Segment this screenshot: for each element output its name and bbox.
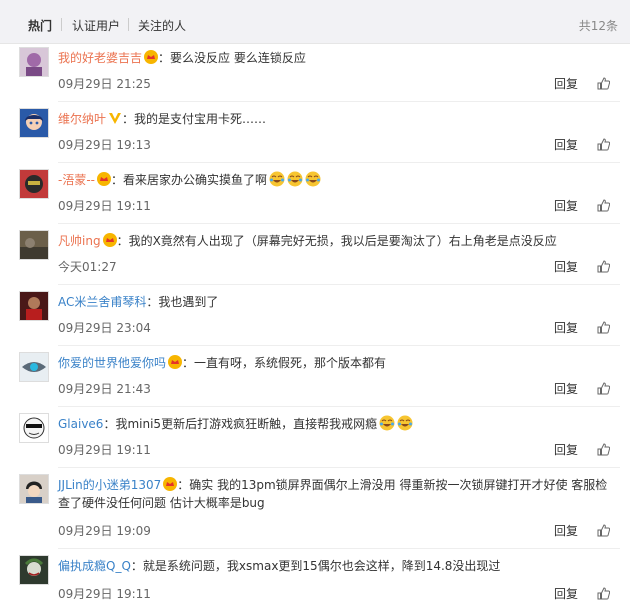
comment-text: 要么没反应 要么连锁反应: [170, 51, 306, 65]
list-item: JJLin的小迷弟1307 ：确实 我的13pm锁屏界面偶尔上滑没用 得重新按一次…: [0, 471, 630, 550]
crown-icon: [168, 355, 183, 369]
comment-text: 我的是支付宝用卡死……: [134, 112, 267, 126]
thumbs-up-icon[interactable]: [597, 199, 610, 212]
reply-button[interactable]: 回复: [554, 75, 578, 92]
comment-time: 今天01:27: [58, 260, 117, 274]
reply-button[interactable]: 回复: [554, 136, 578, 153]
avatar[interactable]: [19, 169, 49, 199]
comment-time: 09月29日 19:09: [58, 524, 151, 538]
comment-time: 09月29日 19:13: [58, 138, 151, 152]
divider: [58, 101, 620, 102]
comment-time: 09月29日 19:11: [58, 199, 151, 213]
avatar[interactable]: [19, 47, 49, 77]
comment-text: 一直有呀，系统假死，那个版本都有: [194, 356, 387, 370]
thumbs-up-icon[interactable]: [597, 77, 610, 90]
username-link[interactable]: Glaive6: [58, 417, 103, 431]
reply-button[interactable]: 回复: [554, 319, 578, 336]
username-link[interactable]: 偏执成瘾Q_Q: [58, 559, 131, 573]
comment-text: 就是系统问题，我xsmax更到15偶尔也会这样，降到14.8没出现过: [142, 559, 501, 573]
laugh-cry-emoji-icon: [397, 415, 413, 431]
list-item: -浯蒙-- ：看来居家办公确实摸鱼了啊 09月29日 19:11 回复: [0, 166, 630, 227]
divider: [58, 345, 620, 346]
reply-button[interactable]: 回复: [554, 522, 578, 539]
avatar[interactable]: [19, 413, 49, 443]
thumbs-up-icon[interactable]: [597, 587, 610, 600]
avatar[interactable]: [19, 352, 49, 382]
divider: [58, 223, 620, 224]
username-link[interactable]: 凡帅ing: [58, 234, 101, 248]
divider: [58, 548, 620, 549]
comment-time: 09月29日 23:04: [58, 321, 151, 335]
thumbs-up-icon[interactable]: [597, 443, 610, 456]
list-item: 你爱的世界他爱你吗 ：一直有呀，系统假死，那个版本都有 09月29日 21:43 …: [0, 349, 630, 410]
thumbs-up-icon[interactable]: [597, 260, 610, 273]
crown-icon: [163, 477, 178, 491]
comment-time: 09月29日 19:11: [58, 587, 151, 601]
comment-count: 共12条: [578, 19, 618, 33]
divider: [58, 162, 620, 163]
divider: [58, 467, 620, 468]
laugh-cry-emoji-icon: [305, 171, 321, 187]
laugh-cry-emoji-icon: [269, 171, 285, 187]
divider: [58, 406, 620, 407]
comment-text: 我也遇到了: [158, 295, 219, 309]
divider: [58, 284, 620, 285]
avatar[interactable]: [19, 474, 49, 504]
reply-button[interactable]: 回复: [554, 197, 578, 214]
username-link[interactable]: 维尔纳叶: [58, 112, 106, 126]
username-link[interactable]: -浯蒙--: [58, 173, 95, 187]
crown-icon: [97, 172, 111, 186]
username-link[interactable]: 我的好老婆吉吉: [58, 51, 142, 65]
reply-button[interactable]: 回复: [554, 585, 578, 602]
comment-text: 我mini5更新后打游戏疯狂断触，直接帮我戒网瘾: [115, 417, 378, 431]
laugh-cry-emoji-icon: [287, 171, 303, 187]
tab-following[interactable]: 关注的人: [138, 17, 186, 34]
username-link[interactable]: JJLin的小迷弟1307: [58, 478, 161, 492]
avatar[interactable]: [19, 108, 49, 138]
comment-time: 09月29日 19:11: [58, 443, 151, 457]
avatar[interactable]: [19, 555, 49, 585]
tab-verified-users[interactable]: 认证用户: [72, 17, 120, 34]
thumbs-up-icon[interactable]: [597, 138, 610, 151]
list-item: AC米兰舍甫琴科：我也遇到了 09月29日 23:04 回复: [0, 288, 630, 349]
crown-icon: [144, 50, 159, 64]
tab-divider: [61, 18, 62, 31]
list-item: 偏执成瘾Q_Q：就是系统问题，我xsmax更到15偶尔也会这样，降到14.8没出…: [0, 552, 630, 605]
avatar[interactable]: [19, 291, 49, 321]
comment-time: 09月29日 21:43: [58, 382, 151, 396]
reply-button[interactable]: 回复: [554, 380, 578, 397]
list-item: 凡帅ing ：我的X竟然有人出现了（屏幕完好无损，我以后是要淘汰了）右上角老是点没…: [0, 227, 630, 288]
comment-text: 看来居家办公确实摸鱼了啊: [123, 173, 268, 187]
avatar[interactable]: [19, 230, 49, 260]
list-item: 维尔纳叶 ：我的是支付宝用卡死…… 09月29日 19:13 回复: [0, 105, 630, 166]
crown-icon: [102, 233, 117, 247]
thumbs-up-icon[interactable]: [597, 321, 610, 334]
thumbs-up-icon[interactable]: [597, 524, 610, 537]
reply-button[interactable]: 回复: [554, 441, 578, 458]
verified-v-icon: [109, 113, 122, 124]
list-item: 我的好老婆吉吉 ：要么没反应 要么连锁反应 09月29日 21:25 回复: [0, 44, 630, 105]
reply-button[interactable]: 回复: [554, 258, 578, 275]
username-link[interactable]: 你爱的世界他爱你吗: [58, 356, 166, 370]
thumbs-up-icon[interactable]: [597, 382, 610, 395]
username-link[interactable]: AC米兰舍甫琴科: [58, 295, 146, 309]
tab-hot[interactable]: 热门: [28, 17, 52, 34]
comment-time: 09月29日 21:25: [58, 77, 151, 91]
list-item: Glaive6：我mini5更新后打游戏疯狂断触，直接帮我戒网瘾 09月29日 …: [0, 410, 630, 471]
tab-divider: [128, 18, 129, 31]
laugh-cry-emoji-icon: [379, 415, 395, 431]
comment-text: 我的X竟然有人出现了（屏幕完好无损，我以后是要淘汰了）右上角老是点没反应: [128, 234, 557, 248]
comment-filter-tabs: 热门 认证用户 关注的人 共12条: [0, 0, 630, 44]
